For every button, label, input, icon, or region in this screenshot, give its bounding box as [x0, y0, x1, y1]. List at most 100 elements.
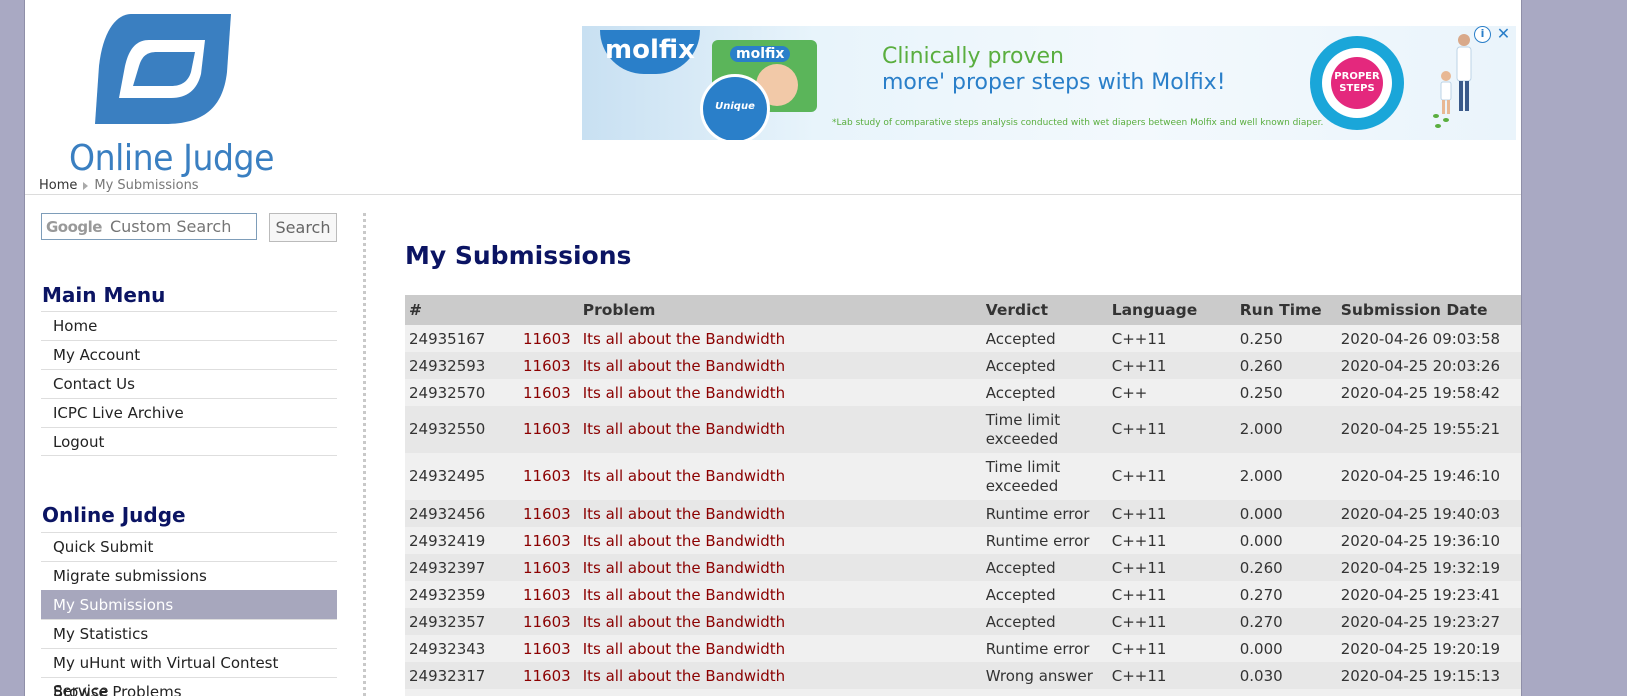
table-row: 24932593 11603 Its all about the Bandwidth… — [405, 352, 1521, 379]
menu-item-uhunt[interactable]: My uHunt with Virtual Contest Service — [41, 648, 337, 696]
submission-date: 2020-04-25 20:03:26 — [1336, 352, 1521, 379]
run-time — [1235, 689, 1337, 696]
menu-item-quick-submit[interactable]: Quick Submit — [41, 532, 337, 561]
search-button[interactable]: Search — [269, 213, 337, 242]
table-row: Its all about the Bandwidth — [405, 689, 1521, 696]
ad-steps-badge-text: PROPER STEPS — [1331, 57, 1383, 109]
advertisement-banner[interactable]: molfix molfix Unique Clinically proven m… — [582, 26, 1516, 140]
problem-title-link[interactable]: Its all about the Bandwidth — [578, 406, 982, 453]
table-row: 24932343 11603 Its all about the Bandwidth… — [405, 635, 1521, 662]
run-time: 0.250 — [1235, 325, 1337, 352]
ad-headline-1: Clinically proven — [882, 44, 1064, 69]
run-time: 2.000 — [1235, 453, 1337, 500]
submission-id: 24932495 — [405, 453, 519, 500]
problem-title-link[interactable]: Its all about the Bandwidth — [578, 500, 982, 527]
verdict: Time limit exceeded — [981, 406, 1108, 453]
run-time: 0.000 — [1235, 635, 1337, 662]
menu-item-logout[interactable]: Logout — [41, 427, 337, 456]
run-time: 2.000 — [1235, 406, 1337, 453]
table-row: 24932456 11603 Its all about the Bandwidth… — [405, 500, 1521, 527]
submission-date: 2020-04-25 19:23:27 — [1336, 608, 1521, 635]
submission-date: 2020-04-25 19:36:10 — [1336, 527, 1521, 554]
problem-id-link[interactable]: 11603 — [519, 635, 579, 662]
submission-date: 2020-04-25 19:20:19 — [1336, 635, 1521, 662]
table-row: 24935167 11603 Its all about the Bandwidth… — [405, 325, 1521, 352]
problem-id-link[interactable]: 11603 — [519, 608, 579, 635]
language — [1107, 689, 1236, 696]
submission-date: 2020-04-25 19:46:10 — [1336, 453, 1521, 500]
verdict: Accepted — [981, 554, 1108, 581]
problem-id-link[interactable]: 11603 — [519, 325, 579, 352]
submission-id: 24932317 — [405, 662, 519, 689]
sidebar-divider — [363, 213, 366, 696]
problem-id-link[interactable]: 11603 — [519, 500, 579, 527]
menu-item-migrate-submissions[interactable]: Migrate submissions — [41, 561, 337, 590]
problem-title-link[interactable]: Its all about the Bandwidth — [578, 635, 982, 662]
problem-id-link[interactable]: 11603 — [519, 662, 579, 689]
menu-item-contact-us[interactable]: Contact Us — [41, 369, 337, 398]
column-header-run-time: Run Time — [1235, 295, 1337, 325]
run-time: 0.260 — [1235, 352, 1337, 379]
language: C++11 — [1107, 608, 1236, 635]
ad-close-icon[interactable]: ✕ — [1495, 26, 1512, 43]
problem-title-link[interactable]: Its all about the Bandwidth — [578, 527, 982, 554]
breadcrumb-home-link[interactable]: Home — [39, 178, 77, 193]
table-row: 24932495 11603 Its all about the Bandwidth… — [405, 453, 1521, 500]
problem-id-link[interactable]: 11603 — [519, 581, 579, 608]
problem-title-link[interactable]: Its all about the Bandwidth — [578, 325, 982, 352]
language: C++11 — [1107, 352, 1236, 379]
main-menu-title: Main Menu — [42, 283, 166, 307]
problem-title-link[interactable]: Its all about the Bandwidth — [578, 608, 982, 635]
problem-title-link[interactable]: Its all about the Bandwidth — [578, 352, 982, 379]
column-header-language: Language — [1107, 295, 1236, 325]
problem-title-link[interactable]: Its all about the Bandwidth — [578, 662, 982, 689]
ad-controls: i ✕ — [1474, 26, 1512, 43]
submissions-table: # Problem Verdict Language Run Time Subm… — [405, 295, 1521, 696]
problem-id-link[interactable]: 11603 — [519, 554, 579, 581]
submission-id: 24932357 — [405, 608, 519, 635]
ad-unique-seal: Unique — [700, 74, 770, 140]
column-header-id: # — [405, 295, 519, 325]
problem-id-link[interactable]: 11603 — [519, 453, 579, 500]
menu-item-home[interactable]: Home — [41, 311, 337, 340]
run-time: 0.030 — [1235, 662, 1337, 689]
ad-info-icon[interactable]: i — [1474, 26, 1491, 43]
menu-item-icpc-live-archive[interactable]: ICPC Live Archive — [41, 398, 337, 427]
submission-id: 24932359 — [405, 581, 519, 608]
problem-title-link[interactable]: Its all about the Bandwidth — [578, 581, 982, 608]
submission-date: 2020-04-25 19:40:03 — [1336, 500, 1521, 527]
problem-title-link[interactable]: Its all about the Bandwidth — [578, 453, 982, 500]
run-time: 0.270 — [1235, 608, 1337, 635]
site-logo[interactable]: Online Judge — [47, 10, 274, 182]
language: C++11 — [1107, 662, 1236, 689]
problem-id-link[interactable] — [519, 689, 579, 696]
problem-title-link[interactable]: Its all about the Bandwidth — [578, 554, 982, 581]
verdict: Accepted — [981, 581, 1108, 608]
online-judge-menu-list: Quick Submit Migrate submissions My Subm… — [41, 532, 337, 696]
problem-title-link[interactable]: Its all about the Bandwidth — [578, 379, 982, 406]
run-time: 0.000 — [1235, 527, 1337, 554]
submission-date: 2020-04-25 19:15:13 — [1336, 662, 1521, 689]
menu-item-my-statistics[interactable]: My Statistics — [41, 619, 337, 648]
verdict: Accepted — [981, 352, 1108, 379]
breadcrumb: Home My Submissions — [39, 178, 199, 193]
problem-title-link[interactable]: Its all about the Bandwidth — [578, 689, 982, 696]
submission-id: 24932419 — [405, 527, 519, 554]
run-time: 0.270 — [1235, 581, 1337, 608]
menu-item-my-account[interactable]: My Account — [41, 340, 337, 369]
ad-pack-brand: molfix — [730, 46, 791, 62]
search-input[interactable] — [109, 217, 250, 236]
menu-item-my-submissions[interactable]: My Submissions — [41, 590, 337, 619]
problem-id-link[interactable]: 11603 — [519, 527, 579, 554]
ad-footnote: *Lab study of comparative steps analysis… — [832, 118, 1324, 128]
submission-id: 24932550 — [405, 406, 519, 453]
problem-id-link[interactable]: 11603 — [519, 352, 579, 379]
verdict: Runtime error — [981, 635, 1108, 662]
page-title: My Submissions — [405, 241, 632, 270]
menu-item-browse-problems[interactable]: Browse Problems — [41, 677, 337, 696]
language: C++11 — [1107, 581, 1236, 608]
online-judge-logo-icon — [95, 14, 231, 124]
problem-id-link[interactable]: 11603 — [519, 379, 579, 406]
submission-id — [405, 689, 519, 696]
problem-id-link[interactable]: 11603 — [519, 406, 579, 453]
